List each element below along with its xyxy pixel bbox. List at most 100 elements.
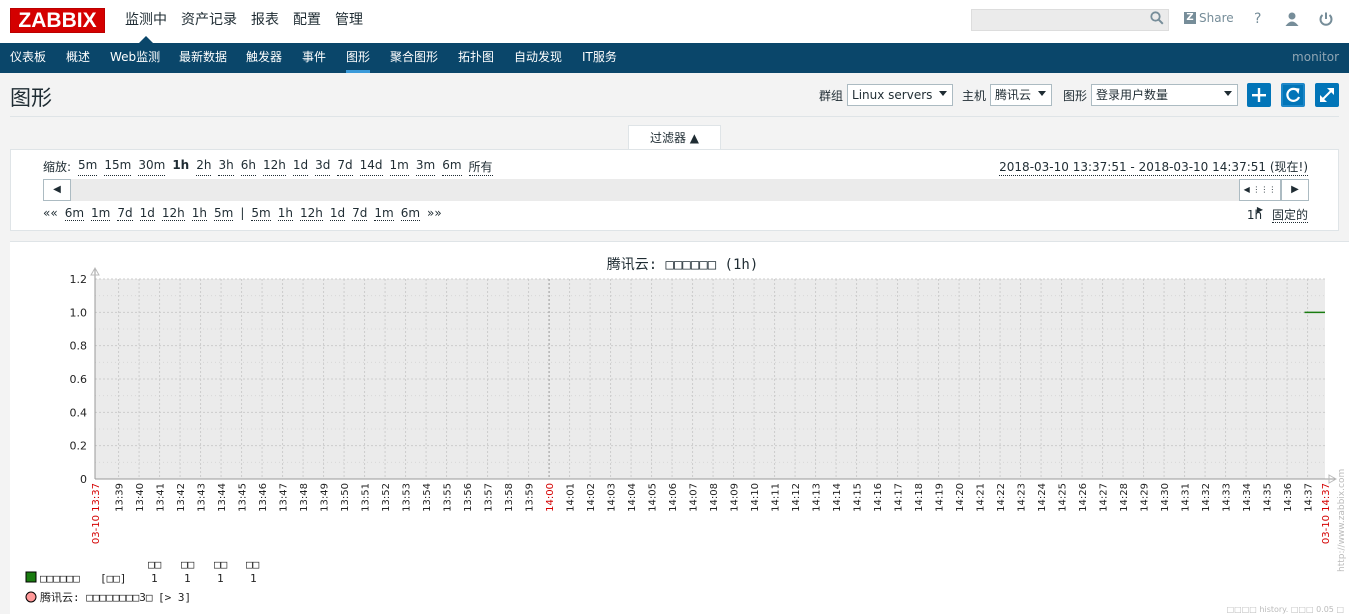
host-label: 主机 bbox=[962, 88, 987, 103]
zoom-5m[interactable]: 5m bbox=[78, 158, 98, 176]
submenu-it-services[interactable]: IT服务 bbox=[582, 43, 617, 72]
x-tick-label: 14:07 bbox=[689, 483, 700, 512]
x-tick-label: 13:41 bbox=[156, 483, 167, 512]
x-tick-label: 14:36 bbox=[1283, 483, 1294, 512]
host-select[interactable]: 腾讯云 bbox=[990, 84, 1053, 106]
x-tick-label: 13:43 bbox=[197, 483, 208, 512]
submenu-discovery[interactable]: 自动发现 bbox=[514, 43, 562, 72]
legend-trigger-name: 腾讯云: □□□□□□□□3□ bbox=[40, 590, 153, 604]
zoom-1d[interactable]: 1d bbox=[292, 158, 309, 176]
submenu-screens[interactable]: 聚合图形 bbox=[390, 43, 438, 72]
x-tick-label: 14:11 bbox=[771, 483, 782, 512]
nav-back-5m[interactable]: 5m bbox=[214, 206, 234, 221]
zoom-3d[interactable]: 3d bbox=[315, 158, 331, 176]
nav-fwd-1d[interactable]: 1d bbox=[329, 206, 346, 221]
host-control: 主机 腾讯云 bbox=[962, 83, 1053, 107]
search-input[interactable] bbox=[971, 9, 1169, 31]
nav-back-12h[interactable]: 12h bbox=[161, 206, 185, 221]
nav-back-1m[interactable]: 1m bbox=[91, 206, 111, 221]
share-link[interactable]: Z Share bbox=[1184, 11, 1234, 25]
search-icon[interactable] bbox=[1150, 11, 1164, 29]
zoom-all[interactable]: 所有 bbox=[468, 158, 493, 176]
nav-back-6m[interactable]: 6m bbox=[64, 206, 85, 221]
submenu-triggers[interactable]: 触发器 bbox=[246, 43, 282, 72]
zoom-3m[interactable]: 3m bbox=[415, 158, 436, 176]
menu-inventory[interactable]: 资产记录 bbox=[174, 0, 244, 43]
zoom-7d[interactable]: 7d bbox=[337, 158, 353, 176]
nav-fwd-1m[interactable]: 1m bbox=[374, 206, 394, 221]
zoom-1h[interactable]: 1h bbox=[172, 158, 189, 176]
add-to-favorites-button[interactable] bbox=[1247, 83, 1271, 107]
menu-administration[interactable]: 管理 bbox=[328, 0, 370, 43]
zoom-12h[interactable]: 12h bbox=[262, 158, 286, 176]
nav-back-1d[interactable]: 1d bbox=[139, 206, 155, 221]
nav-back-start[interactable]: «« bbox=[43, 206, 58, 221]
x-tick-label: 14:32 bbox=[1201, 483, 1212, 512]
zoom-30m[interactable]: 30m bbox=[138, 158, 166, 176]
x-tick-label: 13:58 bbox=[504, 483, 515, 512]
zoom-6h[interactable]: 6h bbox=[240, 158, 256, 176]
arrow-left-icon: ◀ bbox=[53, 184, 61, 195]
x-tick-label: 14:19 bbox=[935, 483, 946, 512]
x-tick-label: 14:12 bbox=[791, 483, 802, 512]
submenu-overview[interactable]: 概述 bbox=[66, 43, 90, 72]
scroll-left-button[interactable]: ◀ bbox=[43, 179, 71, 201]
refresh-button[interactable] bbox=[1281, 83, 1305, 107]
y-tick-label: 0 bbox=[80, 473, 87, 486]
header-divider bbox=[10, 116, 1339, 117]
nav-fwd-12h[interactable]: 12h bbox=[299, 206, 323, 221]
period-navigation: «« 6m 1m 7d 1d 12h 1h 5m | 5m 1h 12h 1d … bbox=[43, 206, 449, 221]
scroll-handle[interactable]: ◀ ⋮⋮⋮ ▶ bbox=[1239, 179, 1281, 214]
x-tick-label: 03-10 13:37 bbox=[91, 483, 102, 544]
nav-back-7d[interactable]: 7d bbox=[117, 206, 133, 221]
graph-chart[interactable]: 1.2 1.0 0.8 0.6 0.4 0.2 0 03-10 13:37 13:39 13:40… bbox=[10, 242, 1349, 614]
x-tick-label: 13:48 bbox=[299, 483, 310, 512]
filter-tab[interactable]: 过滤器 ▲ bbox=[628, 125, 721, 150]
group-select[interactable]: Linux servers bbox=[847, 84, 954, 106]
x-tick-label: 13:55 bbox=[443, 483, 454, 512]
submenu-latest-data[interactable]: 最新数据 bbox=[179, 43, 227, 72]
y-tick-label: 0.8 bbox=[70, 340, 88, 353]
submenu-events[interactable]: 事件 bbox=[302, 43, 326, 72]
submenu-web[interactable]: Web监测 bbox=[110, 43, 160, 72]
submenu-graphs[interactable]: 图形 bbox=[346, 43, 371, 73]
y-tick-label: 0.2 bbox=[70, 440, 88, 453]
fixed-toggle[interactable]: 固定的 bbox=[1271, 208, 1308, 223]
nav-back-1h[interactable]: 1h bbox=[191, 206, 207, 221]
zoom-1m[interactable]: 1m bbox=[389, 158, 409, 176]
period-length-value: 1h bbox=[1246, 208, 1263, 222]
nav-fwd-7d[interactable]: 7d bbox=[352, 206, 368, 221]
menu-reports[interactable]: 报表 bbox=[244, 0, 286, 43]
x-tick-label: 13:46 bbox=[258, 483, 269, 512]
zoom-14d[interactable]: 14d bbox=[359, 158, 383, 176]
legend-trigger-cond: [> 3] bbox=[158, 591, 191, 604]
zoom-3h[interactable]: 3h bbox=[218, 158, 234, 176]
timeline-scrollbar[interactable]: ◀ ◀ ⋮⋮⋮ ▶ ▶ bbox=[43, 179, 1309, 214]
x-tick-label: 13:40 bbox=[135, 483, 146, 512]
user-profile-icon[interactable] bbox=[1284, 11, 1300, 31]
scroll-right-button[interactable]: ▶ bbox=[1281, 179, 1309, 201]
logout-icon[interactable] bbox=[1318, 11, 1334, 31]
nav-fwd-5m[interactable]: 5m bbox=[251, 206, 271, 221]
fullscreen-button[interactable] bbox=[1315, 83, 1339, 107]
zoom-15m[interactable]: 15m bbox=[104, 158, 132, 176]
period-range[interactable]: 2018-03-10 13:37:51 - 2018-03-10 14:37:5… bbox=[999, 158, 1308, 176]
submenu-dashboard[interactable]: 仪表板 bbox=[10, 43, 46, 72]
nav-fwd-1h[interactable]: 1h bbox=[277, 206, 293, 221]
y-tick-label: 0.6 bbox=[70, 373, 88, 386]
top-bar: ZABBIX 监测中 资产记录 报表 配置 管理 Z Share ? bbox=[0, 0, 1349, 43]
x-tick-label: 13:42 bbox=[176, 483, 187, 512]
x-tick-label: 14:29 bbox=[1140, 483, 1151, 512]
zoom-2h[interactable]: 2h bbox=[196, 158, 212, 176]
menu-configuration[interactable]: 配置 bbox=[286, 0, 328, 43]
x-tick-label: 14:31 bbox=[1181, 483, 1192, 512]
nav-fwd-6m[interactable]: 6m bbox=[400, 206, 421, 221]
zabbix-logo[interactable]: ZABBIX bbox=[10, 8, 105, 33]
zoom-6m[interactable]: 6m bbox=[442, 158, 462, 176]
sub-menu: 仪表板 概述 Web监测 最新数据 触发器 事件 图形 聚合图形 拓扑图 自动发… bbox=[0, 43, 1349, 73]
submenu-maps[interactable]: 拓扑图 bbox=[458, 43, 494, 72]
nav-fwd-end[interactable]: »» bbox=[427, 206, 442, 221]
menu-monitoring[interactable]: 监测中 bbox=[118, 0, 174, 43]
help-icon[interactable]: ? bbox=[1254, 11, 1261, 27]
graph-select[interactable]: 登录用户数量 bbox=[1091, 84, 1239, 106]
